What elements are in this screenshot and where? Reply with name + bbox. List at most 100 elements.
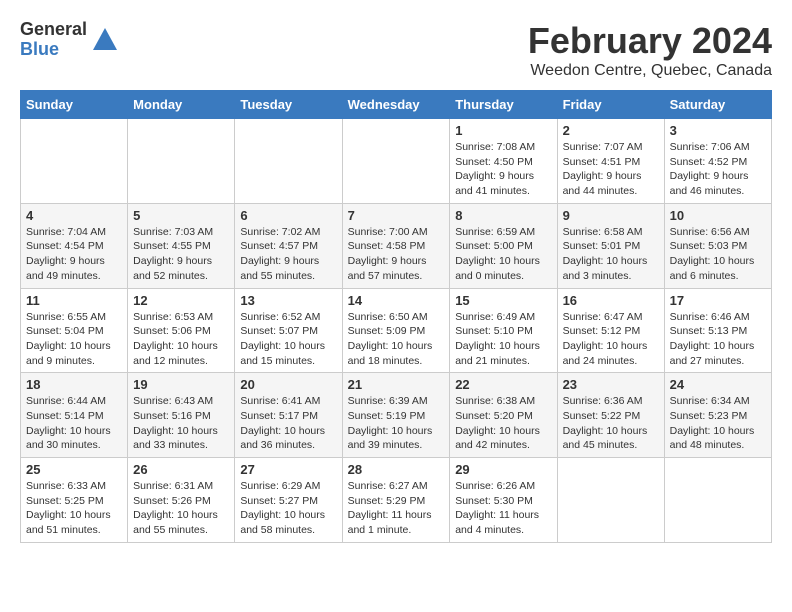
day-info: Sunrise: 6:31 AM Sunset: 5:26 PM Dayligh…	[133, 479, 229, 538]
week-row-5: 25 Sunrise: 6:33 AM Sunset: 5:25 PM Dayli…	[21, 458, 772, 543]
day-number: 15	[455, 293, 551, 308]
day-number: 24	[670, 377, 766, 392]
day-info: Sunrise: 7:06 AM Sunset: 4:52 PM Dayligh…	[670, 140, 766, 199]
calendar-cell: 24 Sunrise: 6:34 AM Sunset: 5:23 PM Dayli…	[664, 373, 771, 458]
day-number: 20	[240, 377, 336, 392]
calendar-cell: 28 Sunrise: 6:27 AM Sunset: 5:29 PM Dayli…	[342, 458, 450, 543]
calendar-cell: 22 Sunrise: 6:38 AM Sunset: 5:20 PM Dayli…	[450, 373, 557, 458]
day-number: 11	[26, 293, 122, 308]
weekday-header-friday: Friday	[557, 91, 664, 119]
week-row-4: 18Sunrise: 6:44 AM Sunset: 5:14 PM Dayli…	[21, 373, 772, 458]
day-number: 2	[563, 123, 659, 138]
day-number: 26	[133, 462, 229, 477]
calendar-cell: 9 Sunrise: 6:58 AM Sunset: 5:01 PM Daylig…	[557, 203, 664, 288]
day-number: 1	[455, 123, 551, 138]
day-number: 4	[26, 208, 122, 223]
day-info: Sunrise: 6:52 AM Sunset: 5:07 PM Dayligh…	[240, 310, 336, 369]
day-number: 21	[348, 377, 445, 392]
calendar-cell: 20 Sunrise: 6:41 AM Sunset: 5:17 PM Dayli…	[235, 373, 342, 458]
location-title: Weedon Centre, Quebec, Canada	[528, 62, 772, 80]
day-info: Sunrise: 6:50 AM Sunset: 5:09 PM Dayligh…	[348, 310, 445, 369]
week-row-3: 11 Sunrise: 6:55 AM Sunset: 5:04 PM Dayli…	[21, 288, 772, 373]
calendar-table: SundayMondayTuesdayWednesdayThursdayFrid…	[20, 90, 772, 543]
calendar-cell: 11 Sunrise: 6:55 AM Sunset: 5:04 PM Dayli…	[21, 288, 128, 373]
day-info: Sunrise: 6:36 AM Sunset: 5:22 PM Dayligh…	[563, 394, 659, 453]
calendar-cell: 15Sunrise: 6:49 AM Sunset: 5:10 PM Dayli…	[450, 288, 557, 373]
day-info: Sunrise: 7:07 AM Sunset: 4:51 PM Dayligh…	[563, 140, 659, 199]
day-info: Sunrise: 6:27 AM Sunset: 5:29 PM Dayligh…	[348, 479, 445, 538]
calendar-cell: 3 Sunrise: 7:06 AM Sunset: 4:52 PM Daylig…	[664, 119, 771, 204]
weekday-header-saturday: Saturday	[664, 91, 771, 119]
day-info: Sunrise: 6:38 AM Sunset: 5:20 PM Dayligh…	[455, 394, 551, 453]
day-number: 10	[670, 208, 766, 223]
logo-text: General Blue	[20, 20, 87, 60]
day-number: 6	[240, 208, 336, 223]
calendar-cell	[21, 119, 128, 204]
header: General Blue February 2024 Weedon Centre…	[20, 20, 772, 80]
day-number: 13	[240, 293, 336, 308]
day-info: Sunrise: 6:58 AM Sunset: 5:01 PM Dayligh…	[563, 225, 659, 284]
day-number: 16	[563, 293, 659, 308]
week-row-2: 4 Sunrise: 7:04 AM Sunset: 4:54 PM Daylig…	[21, 203, 772, 288]
calendar-cell: 8 Sunrise: 6:59 AM Sunset: 5:00 PM Daylig…	[450, 203, 557, 288]
day-info: Sunrise: 6:55 AM Sunset: 5:04 PM Dayligh…	[26, 310, 122, 369]
day-info: Sunrise: 6:46 AM Sunset: 5:13 PM Dayligh…	[670, 310, 766, 369]
calendar-cell: 7 Sunrise: 7:00 AM Sunset: 4:58 PM Daylig…	[342, 203, 450, 288]
day-number: 25	[26, 462, 122, 477]
logo-general: General	[20, 20, 87, 40]
month-title: February 2024	[528, 20, 772, 62]
logo: General Blue	[20, 20, 119, 60]
day-number: 17	[670, 293, 766, 308]
day-number: 12	[133, 293, 229, 308]
day-info: Sunrise: 6:33 AM Sunset: 5:25 PM Dayligh…	[26, 479, 122, 538]
week-row-1: 1 Sunrise: 7:08 AM Sunset: 4:50 PM Daylig…	[21, 119, 772, 204]
calendar-cell	[664, 458, 771, 543]
day-number: 3	[670, 123, 766, 138]
day-info: Sunrise: 7:00 AM Sunset: 4:58 PM Dayligh…	[348, 225, 445, 284]
day-number: 8	[455, 208, 551, 223]
weekday-header-thursday: Thursday	[450, 91, 557, 119]
weekday-header-row: SundayMondayTuesdayWednesdayThursdayFrid…	[21, 91, 772, 119]
calendar-cell: 19Sunrise: 6:43 AM Sunset: 5:16 PM Dayli…	[128, 373, 235, 458]
day-number: 28	[348, 462, 445, 477]
day-number: 14	[348, 293, 445, 308]
calendar-cell	[557, 458, 664, 543]
day-info: Sunrise: 7:02 AM Sunset: 4:57 PM Dayligh…	[240, 225, 336, 284]
weekday-header-monday: Monday	[128, 91, 235, 119]
day-info: Sunrise: 7:03 AM Sunset: 4:55 PM Dayligh…	[133, 225, 229, 284]
calendar-cell: 4 Sunrise: 7:04 AM Sunset: 4:54 PM Daylig…	[21, 203, 128, 288]
calendar-cell: 29Sunrise: 6:26 AM Sunset: 5:30 PM Dayli…	[450, 458, 557, 543]
weekday-header-wednesday: Wednesday	[342, 91, 450, 119]
calendar-cell	[235, 119, 342, 204]
day-number: 23	[563, 377, 659, 392]
weekday-header-tuesday: Tuesday	[235, 91, 342, 119]
calendar-cell: 25 Sunrise: 6:33 AM Sunset: 5:25 PM Dayli…	[21, 458, 128, 543]
calendar-cell: 17 Sunrise: 6:46 AM Sunset: 5:13 PM Dayli…	[664, 288, 771, 373]
day-number: 18	[26, 377, 122, 392]
calendar-cell: 6 Sunrise: 7:02 AM Sunset: 4:57 PM Daylig…	[235, 203, 342, 288]
logo-blue: Blue	[20, 40, 87, 60]
day-number: 29	[455, 462, 551, 477]
day-number: 22	[455, 377, 551, 392]
calendar-cell	[342, 119, 450, 204]
day-info: Sunrise: 6:29 AM Sunset: 5:27 PM Dayligh…	[240, 479, 336, 538]
day-info: Sunrise: 6:53 AM Sunset: 5:06 PM Dayligh…	[133, 310, 229, 369]
calendar-cell: 16Sunrise: 6:47 AM Sunset: 5:12 PM Dayli…	[557, 288, 664, 373]
day-info: Sunrise: 6:39 AM Sunset: 5:19 PM Dayligh…	[348, 394, 445, 453]
day-number: 19	[133, 377, 229, 392]
day-info: Sunrise: 6:56 AM Sunset: 5:03 PM Dayligh…	[670, 225, 766, 284]
day-info: Sunrise: 7:04 AM Sunset: 4:54 PM Dayligh…	[26, 225, 122, 284]
calendar-cell: 23 Sunrise: 6:36 AM Sunset: 5:22 PM Dayli…	[557, 373, 664, 458]
calendar-cell: 26 Sunrise: 6:31 AM Sunset: 5:26 PM Dayli…	[128, 458, 235, 543]
calendar-cell: 13 Sunrise: 6:52 AM Sunset: 5:07 PM Dayli…	[235, 288, 342, 373]
day-info: Sunrise: 6:34 AM Sunset: 5:23 PM Dayligh…	[670, 394, 766, 453]
day-number: 7	[348, 208, 445, 223]
day-info: Sunrise: 6:59 AM Sunset: 5:00 PM Dayligh…	[455, 225, 551, 284]
day-info: Sunrise: 6:41 AM Sunset: 5:17 PM Dayligh…	[240, 394, 336, 453]
calendar-cell: 18Sunrise: 6:44 AM Sunset: 5:14 PM Dayli…	[21, 373, 128, 458]
calendar-cell: 10 Sunrise: 6:56 AM Sunset: 5:03 PM Dayli…	[664, 203, 771, 288]
day-number: 9	[563, 208, 659, 223]
calendar-cell: 12 Sunrise: 6:53 AM Sunset: 5:06 PM Dayli…	[128, 288, 235, 373]
calendar-cell: 21 Sunrise: 6:39 AM Sunset: 5:19 PM Dayli…	[342, 373, 450, 458]
day-info: Sunrise: 7:08 AM Sunset: 4:50 PM Dayligh…	[455, 140, 551, 199]
